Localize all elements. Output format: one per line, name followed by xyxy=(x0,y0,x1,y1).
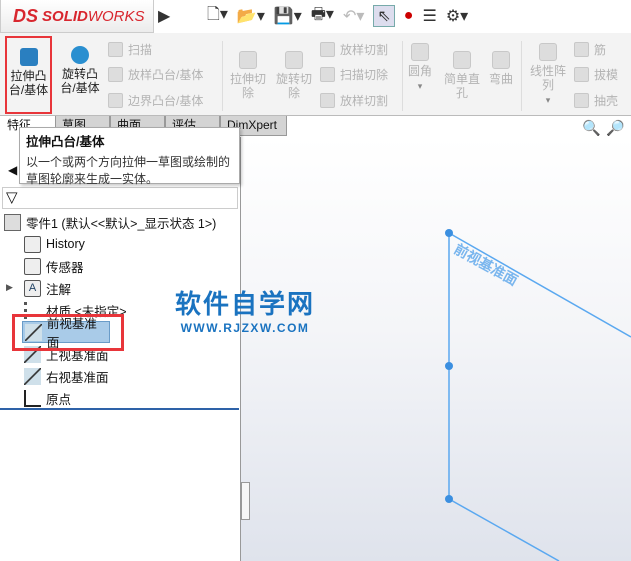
filter-icon: ▽ xyxy=(6,189,18,206)
revolve-icon xyxy=(71,46,89,64)
sweep-cut-button[interactable]: 扫描切除 xyxy=(320,66,388,83)
expand-arrow-icon[interactable]: ▶ xyxy=(6,282,13,293)
revolve-boss-button[interactable]: 旋转凸 台/基体 xyxy=(57,46,103,95)
tree-item-history[interactable]: History xyxy=(24,233,264,255)
extrude-cut-icon xyxy=(239,51,257,69)
rib-icon xyxy=(574,42,589,57)
draft-button[interactable]: 拔模 xyxy=(574,66,618,83)
fillet-button[interactable]: 圆角 ▾ xyxy=(404,43,436,93)
rollback-bar[interactable] xyxy=(0,408,239,410)
extrude-icon xyxy=(19,48,38,66)
command-manager: 拉伸凸 台/基体 旋转凸 台/基体 扫描 放样凸台/基体 边界凸台/基体 拉伸切… xyxy=(0,33,631,116)
origin-icon xyxy=(24,389,41,407)
history-icon xyxy=(24,235,41,253)
options-icon[interactable]: ⚙▾ xyxy=(446,6,468,26)
filter-box[interactable]: ▽ xyxy=(2,187,238,209)
shell-button[interactable]: 抽壳 xyxy=(574,92,618,109)
rib-button[interactable]: 筋 xyxy=(574,41,606,58)
loft-cut-button[interactable]: 放样切割 xyxy=(320,41,388,58)
panel-splitter-handle[interactable] xyxy=(241,482,250,520)
linear-pattern-button[interactable]: 线性阵 列 ▾ xyxy=(525,43,571,107)
extrude-boss-button[interactable]: 拉伸凸 台/基体 xyxy=(5,36,52,114)
plane-edge-top xyxy=(448,232,631,338)
tree-item-origin[interactable]: 原点 xyxy=(24,387,264,409)
tree-item-sensors[interactable]: 传感器 xyxy=(24,255,264,277)
plane-edge-bottom xyxy=(448,498,560,561)
highlight-box xyxy=(12,314,124,351)
fillet-icon xyxy=(411,43,429,61)
tree-root-part[interactable]: 零件1 (默认<<默认>_显示状态 1>) xyxy=(4,211,244,233)
boundary-icon xyxy=(108,93,123,108)
tree-item-right-plane[interactable]: 右视基准面 xyxy=(24,365,264,387)
loft-button[interactable]: 放样凸台/基体 xyxy=(108,66,203,83)
sweep-icon xyxy=(108,42,123,57)
plane-handle xyxy=(445,495,453,503)
plane-label: 前视基准面 xyxy=(452,241,521,289)
print-icon[interactable]: 🖶▾ xyxy=(311,3,334,30)
shell-icon xyxy=(574,93,589,108)
part-icon xyxy=(4,213,21,231)
plane-handle xyxy=(445,362,453,370)
draft-icon xyxy=(574,67,589,82)
graphics-viewport[interactable]: 前视基准面 xyxy=(241,137,631,561)
title-toolbar: DS SOLID WORKS ▶ 🗋▾ 📂▾ 💾▾ 🖶▾ ↶▾ ⇖ ● ☰ ⚙▾ xyxy=(0,0,631,33)
sweep-button[interactable]: 扫描 xyxy=(108,41,152,58)
save-icon[interactable]: 💾▾ xyxy=(274,6,302,26)
feature-manager-panel: ◀ ▽ 零件1 (默认<<默认>_显示状态 1>) History 传感器 ▶ … xyxy=(0,137,241,561)
front-plane-graphic[interactable]: 前视基准面 xyxy=(241,137,631,561)
hole-icon xyxy=(453,51,471,69)
open-icon[interactable]: 📂▾ xyxy=(237,6,265,26)
revolve-cut-button[interactable]: 旋转切 除 xyxy=(272,51,316,100)
annotation-icon: A xyxy=(24,279,41,297)
loft-icon xyxy=(108,67,123,82)
sensor-icon xyxy=(24,257,41,275)
watermark: 软件自学网 WWW.RJZXW.COM xyxy=(175,289,316,335)
revolve-cut-icon xyxy=(285,51,303,69)
simple-hole-button[interactable]: 简单直 孔 xyxy=(440,51,484,100)
boundary-cut-button[interactable]: 放样切割 xyxy=(320,92,388,109)
solidworks-logo[interactable]: DS SOLID WORKS xyxy=(0,0,154,33)
file-properties-icon[interactable]: ☰ xyxy=(422,6,436,26)
expand-menu-icon[interactable]: ▶ xyxy=(158,4,170,28)
tooltip-title: 拉伸凸台/基体 xyxy=(26,135,105,149)
rebuild-icon[interactable]: ● xyxy=(404,7,414,25)
undo-icon[interactable]: ↶▾ xyxy=(343,6,364,26)
tooltip-description: 以一个或两个方向拉伸一草图或绘制的草图轮廓来生成一实体。 xyxy=(26,155,231,186)
plane-handle xyxy=(445,229,453,237)
select-icon[interactable]: ⇖ xyxy=(373,5,395,27)
new-icon[interactable]: 🗋▾ xyxy=(207,3,228,30)
zoom-to-fit-icon[interactable]: 🔍 xyxy=(582,119,601,137)
zoom-to-area-icon[interactable]: 🔎 xyxy=(606,119,625,137)
plane-icon xyxy=(24,367,41,385)
boundary-cut-icon xyxy=(320,93,335,108)
sweep-cut-icon xyxy=(320,67,335,82)
flex-icon xyxy=(492,51,510,69)
boundary-button[interactable]: 边界凸台/基体 xyxy=(108,92,203,109)
loft-cut-icon xyxy=(320,42,335,57)
extrude-cut-button[interactable]: 拉伸切 除 xyxy=(226,51,270,100)
tooltip: 拉伸凸台/基体 以一个或两个方向拉伸一草图或绘制的草图轮廓来生成一实体。 xyxy=(19,127,240,186)
panel-collapse-icon[interactable]: ◀ xyxy=(8,163,17,177)
pattern-icon xyxy=(539,43,557,61)
flex-button[interactable]: 弯曲 xyxy=(486,51,516,86)
